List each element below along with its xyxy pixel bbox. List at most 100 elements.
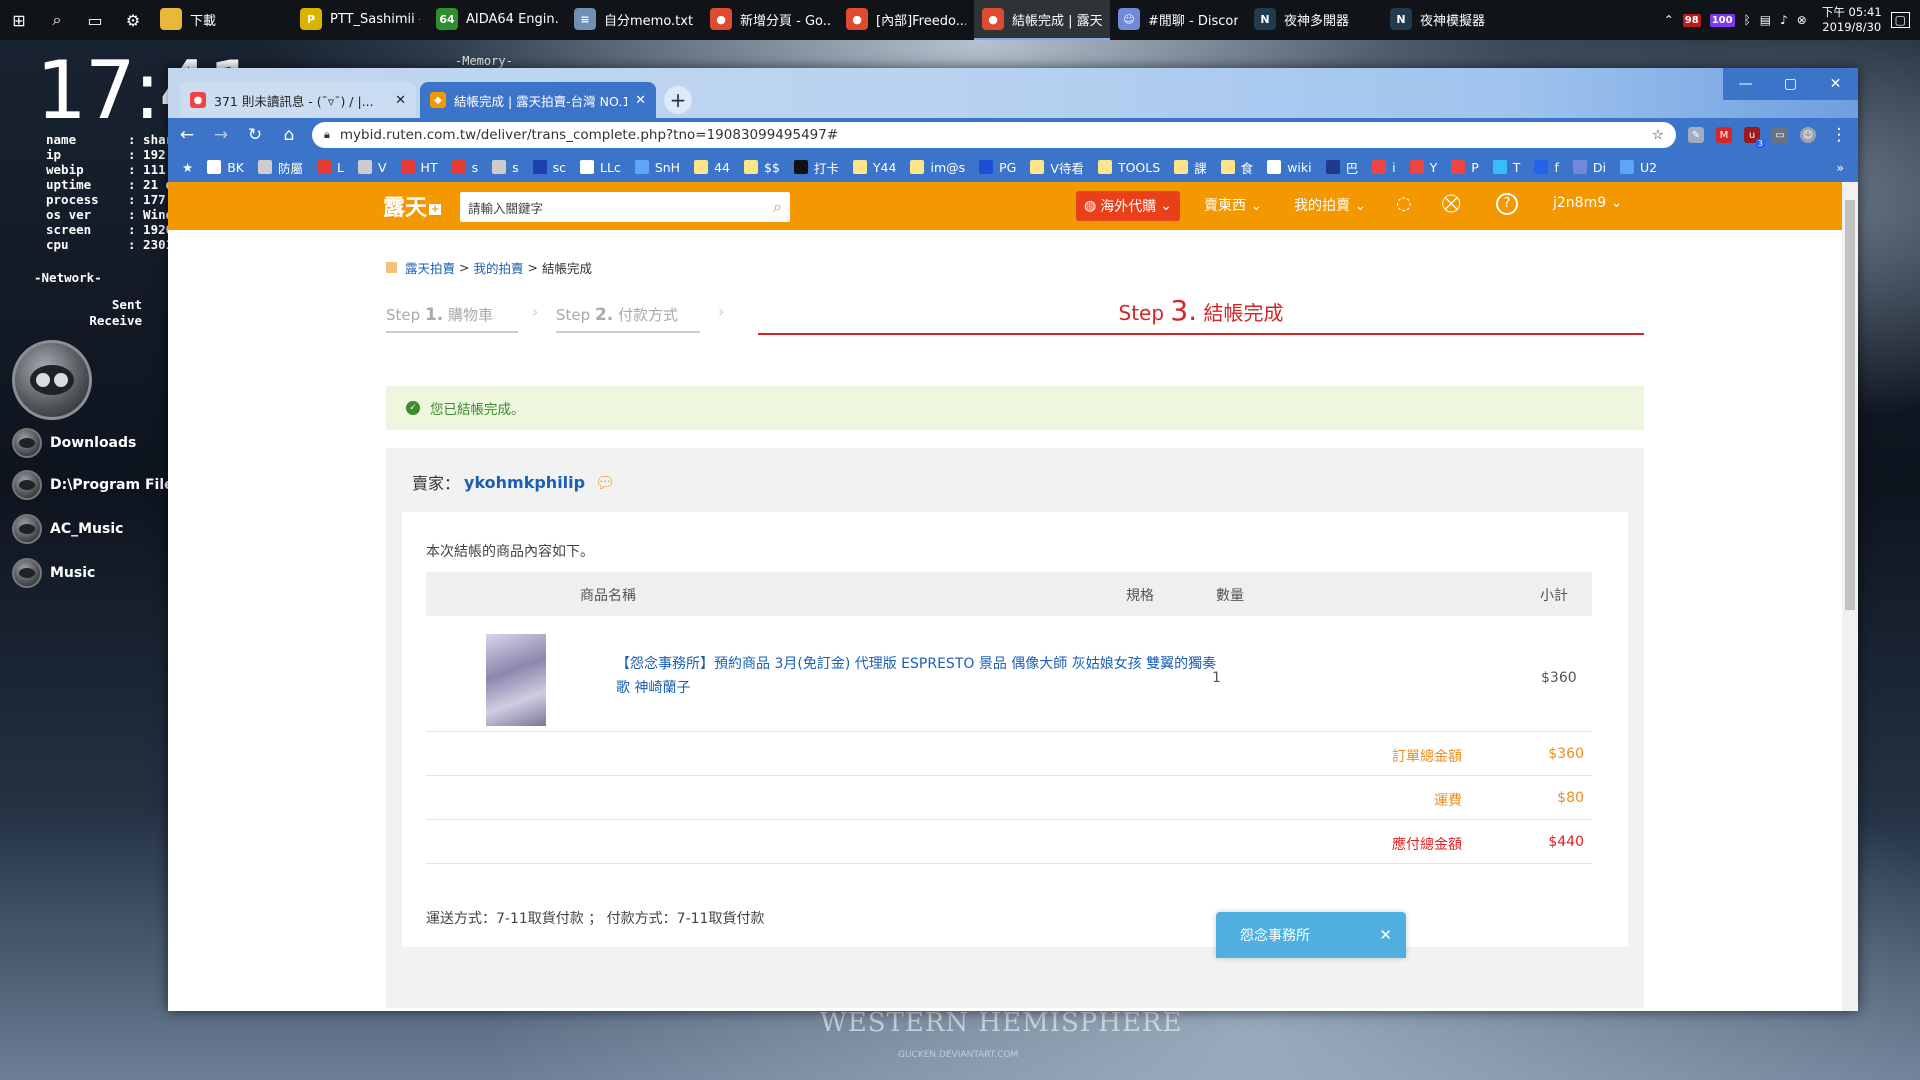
close-circle-icon[interactable]: ⊗ xyxy=(1797,13,1807,27)
breadcrumb-link[interactable]: 露天拍賣 xyxy=(405,258,455,277)
home-icon[interactable]: ⌂ xyxy=(278,125,300,145)
gmail-icon[interactable]: M xyxy=(1716,127,1732,143)
chat-extension-icon[interactable]: ▭ xyxy=(1772,127,1788,143)
tab-inactive[interactable]: ● 371 則未讀訊息 - (¯▿¯) / |... ✕ xyxy=(180,82,416,118)
bookmark-item[interactable]: wiki xyxy=(1267,158,1312,177)
bookmark-favicon xyxy=(1372,160,1387,174)
bookmark-item[interactable]: im@s xyxy=(910,158,965,177)
bookmark-item[interactable]: 巴 xyxy=(1325,158,1358,177)
bookmark-item[interactable]: 打卡 xyxy=(793,158,839,177)
ublock-icon[interactable]: 3u xyxy=(1744,127,1765,148)
tray-badge[interactable]: 98 xyxy=(1682,13,1701,27)
my-auction-menu[interactable]: 我的拍賣 ⌄ xyxy=(1294,195,1366,215)
taskbar-item[interactable]: 下載 xyxy=(152,0,292,40)
avatar[interactable]: ☺ xyxy=(1800,127,1816,143)
forward-icon[interactable]: → xyxy=(210,125,232,145)
bookmark-item[interactable]: 防屬 xyxy=(258,158,303,177)
help-icon[interactable]: ? xyxy=(1496,193,1518,215)
bookmark-item[interactable]: 食 xyxy=(1220,158,1253,177)
breadcrumb-link[interactable]: 我的拍賣 xyxy=(474,258,524,277)
taskbar-item[interactable]: ● 結帳完成 | 露天... xyxy=(974,0,1110,40)
message-icon[interactable]: ◌ xyxy=(1396,193,1412,214)
minimize-button[interactable]: — xyxy=(1723,68,1768,100)
notification-icon[interactable]: ▢ xyxy=(1890,12,1910,28)
launcher-item[interactable]: Downloads xyxy=(12,428,136,458)
settings-icon[interactable]: ⚙ xyxy=(114,0,152,40)
extension-icon[interactable]: ✎ xyxy=(1688,127,1704,143)
tab-active[interactable]: ◆ 結帳完成 | 露天拍賣-台灣 NO.1 拍 ✕ xyxy=(420,82,656,118)
menu-icon[interactable]: ⋮ xyxy=(1828,125,1850,145)
scrollbar-thumb[interactable] xyxy=(1845,200,1855,610)
bookmark-item[interactable]: Y44 xyxy=(852,158,896,177)
bookmark-item[interactable]: BK xyxy=(207,158,244,177)
bookmark-item[interactable]: f xyxy=(1534,158,1559,177)
maximize-button[interactable]: ▢ xyxy=(1768,68,1813,100)
back-icon[interactable]: ← xyxy=(176,125,198,145)
taskbar-clock[interactable]: 下午 05:41 2019/8/30 xyxy=(1822,5,1882,35)
overseas-purchase-button[interactable]: ◍ 海外代購 ⌄ xyxy=(1076,191,1180,221)
bookmark-item[interactable]: 44 xyxy=(694,158,730,177)
bookmark-item[interactable]: HT xyxy=(400,158,438,177)
task-view-icon[interactable]: ▭ xyxy=(76,0,114,40)
close-icon[interactable]: ✕ xyxy=(395,93,406,108)
network-icon[interactable]: ▤ xyxy=(1760,13,1771,27)
ruten-logo[interactable]: 露天 + xyxy=(383,190,442,222)
bookmark-item[interactable]: TOOLS xyxy=(1097,158,1160,177)
launcher-item[interactable]: D:\Program Files xyxy=(12,470,182,500)
tray-badge[interactable]: 100 xyxy=(1709,13,1735,27)
volume-icon[interactable]: ♪ xyxy=(1780,13,1788,27)
bookmark-item[interactable]: Y xyxy=(1409,158,1437,177)
bookmark-item[interactable]: V待看 xyxy=(1030,158,1084,177)
taskbar-item[interactable]: ● 新增分頁 - Go... xyxy=(702,0,838,40)
taskbar-item[interactable]: P PTT_Sashimii - ... xyxy=(292,0,428,40)
seller-link[interactable]: ykohmkphilip xyxy=(464,473,585,492)
star-icon[interactable]: ☆ xyxy=(1652,127,1664,143)
new-tab-button[interactable]: + xyxy=(664,86,692,114)
chat-icon[interactable]: 💬︎ xyxy=(595,473,615,492)
bookmark-item[interactable]: s xyxy=(492,158,519,177)
user-menu[interactable]: j2n8m9 ⌄ xyxy=(1553,195,1622,211)
bookmark-item[interactable]: PG xyxy=(979,158,1016,177)
search-icon[interactable]: ⌕ xyxy=(773,197,782,217)
launcher-item[interactable]: AC_Music xyxy=(12,514,123,544)
bookmark-item[interactable]: sc xyxy=(532,158,566,177)
taskbar-item[interactable]: ≡ 自分memo.txt ... xyxy=(566,0,702,40)
bookmark-item[interactable]: $$ xyxy=(744,158,780,177)
sysinfo-key: os ver xyxy=(46,207,92,222)
taskbar-item[interactable]: ● [內部]Freedo... xyxy=(838,0,974,40)
start-button[interactable]: ⊞ xyxy=(0,0,38,40)
taskbar-item[interactable]: N 夜神多開器 xyxy=(1246,0,1382,40)
bookmark-item[interactable]: LLc xyxy=(580,158,621,177)
search-icon[interactable]: ⌕ xyxy=(38,0,76,40)
cart-icon[interactable]: ⛒ xyxy=(1442,193,1460,214)
bookmark-item[interactable]: 課 xyxy=(1174,158,1207,177)
scrollbar[interactable] xyxy=(1842,182,1858,1011)
bookmark-item[interactable]: SnH xyxy=(634,158,680,177)
bookmark-item[interactable]: L xyxy=(317,158,344,177)
bookmark-item[interactable]: s xyxy=(451,158,478,177)
taskbar-item[interactable]: ☺ #閒聊 - Discord xyxy=(1110,0,1246,40)
bookmark-item[interactable]: P xyxy=(1451,158,1479,177)
chat-popup[interactable]: 怨念事務所 ✕ xyxy=(1216,912,1406,958)
search-field[interactable]: 請輸入關鍵字 ⌕ xyxy=(460,192,790,222)
sell-menu[interactable]: 賣東西 ⌄ xyxy=(1204,195,1262,215)
close-icon[interactable]: ✕ xyxy=(635,93,646,108)
window-close-button[interactable]: ✕ xyxy=(1813,68,1858,100)
chevron-right-icon[interactable]: » xyxy=(1836,160,1844,175)
bookmark-item[interactable]: i xyxy=(1372,158,1396,177)
launcher-main-icon[interactable] xyxy=(12,340,92,420)
url-field[interactable]: 🔒︎ mybid.ruten.com.tw/deliver/trans_comp… xyxy=(312,122,1676,148)
reload-icon[interactable]: ↻ xyxy=(244,125,266,145)
bookmark-item[interactable]: T xyxy=(1492,158,1520,177)
bookmark-item[interactable]: U2 xyxy=(1619,158,1657,177)
product-name-link[interactable]: 【怨念事務所】預約商品 3月(免訂金) 代理版 ESPRESTO 景品 偶像大師… xyxy=(616,652,1226,700)
bookmark-item[interactable]: V xyxy=(357,158,387,177)
close-icon[interactable]: ✕ xyxy=(1379,926,1392,944)
bluetooth-icon[interactable]: ᛒ xyxy=(1744,13,1751,27)
taskbar-item[interactable]: N 夜神模擬器 xyxy=(1382,0,1518,40)
launcher-item[interactable]: Music xyxy=(12,558,95,588)
product-thumbnail[interactable] xyxy=(486,634,546,726)
taskbar-item[interactable]: 64 AIDA64 Engin... xyxy=(428,0,566,40)
bookmark-item[interactable]: Di xyxy=(1572,158,1606,177)
chevron-up-icon[interactable]: ⌃ xyxy=(1664,13,1674,27)
